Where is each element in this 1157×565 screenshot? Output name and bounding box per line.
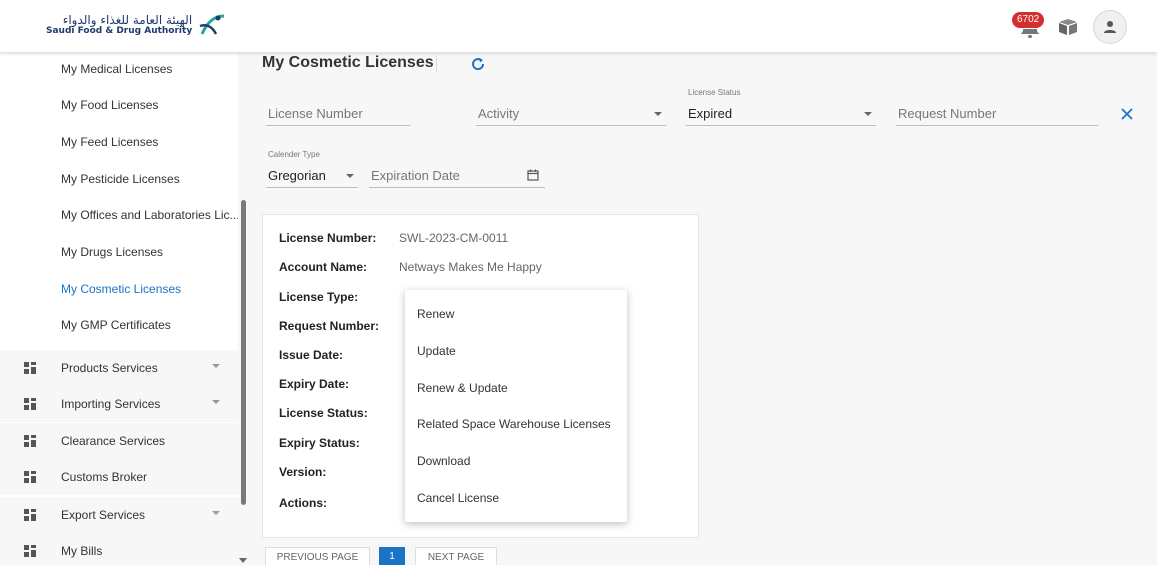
chevron-down-icon <box>212 400 220 404</box>
sidebar-item-my-bills[interactable]: My Bills <box>0 533 238 565</box>
dashboard-icon <box>24 398 36 410</box>
menu-item-renew-update[interactable]: Renew & Update <box>417 381 508 395</box>
dashboard-icon <box>24 362 36 374</box>
card-row-expiry-status: Expiry Status: <box>279 436 399 450</box>
current-page-button[interactable]: 1 <box>379 547 405 565</box>
title-divider <box>436 55 437 73</box>
card-row-license-status: License Status: <box>279 406 399 420</box>
dashboard-icon <box>24 509 36 521</box>
dashboard-icon <box>24 471 36 483</box>
sidebar-item-gmp-certificates[interactable]: My GMP Certificates <box>61 318 171 332</box>
sidebar-item-label: Customs Broker <box>61 470 148 484</box>
menu-item-download[interactable]: Download <box>417 454 470 468</box>
request-number-field[interactable]: Request Number <box>896 102 1098 126</box>
sidebar: My Medical Licenses My Food Licenses My … <box>0 53 238 565</box>
dashboard-icon <box>24 435 36 447</box>
row-key: Actions: <box>279 496 327 510</box>
notification-badge: 6702 <box>1011 11 1046 29</box>
card-row-account-name: Account Name: Netways Makes Me Happy <box>279 260 542 274</box>
chevron-down-icon <box>212 511 220 515</box>
sidebar-item-drugs-licenses[interactable]: My Drugs Licenses <box>61 245 163 259</box>
chevron-down-icon <box>654 112 662 116</box>
cart-icon[interactable] <box>1057 18 1079 36</box>
notifications-button[interactable]: 6702 <box>1011 11 1046 41</box>
row-key: License Status: <box>279 406 368 420</box>
card-row-version: Version: <box>279 465 399 479</box>
license-number-placeholder: License Number <box>268 106 363 121</box>
row-key: Expiry Status: <box>279 436 360 450</box>
user-icon <box>1104 21 1116 33</box>
row-key: Issue Date: <box>279 348 344 362</box>
sidebar-item-pesticide-licenses[interactable]: My Pesticide Licenses <box>61 172 180 186</box>
row-key: License Type: <box>279 290 359 304</box>
actions-menu: Renew Update Renew & Update Related Spac… <box>405 290 627 522</box>
sfda-logo-icon <box>199 14 225 35</box>
top-header: الهيئة العامة للغذاء والدواء Saudi Food … <box>0 0 1157 53</box>
sidebar-item-label: My Bills <box>61 544 103 558</box>
row-value: Netways Makes Me Happy <box>399 260 542 274</box>
refresh-icon[interactable] <box>470 56 486 72</box>
sidebar-item-cosmetic-licenses[interactable]: My Cosmetic Licenses <box>61 282 181 296</box>
sidebar-item-offices-labs-licenses[interactable]: My Offices and Laboratories Lic... <box>61 208 238 222</box>
row-key: Version: <box>279 465 327 479</box>
sidebar-item-customs-broker[interactable]: Customs Broker <box>0 459 238 495</box>
sidebar-item-products-services[interactable]: Products Services <box>0 350 238 386</box>
row-value: SWL-2023-CM-0011 <box>399 231 509 245</box>
calendar-type-select[interactable]: Calender Type Gregorian <box>266 150 358 188</box>
card-row-license-type: License Type: <box>279 290 399 304</box>
expiration-date-placeholder: Expiration Date <box>371 168 460 183</box>
card-row-license-number: License Number: SWL-2023-CM-0011 <box>279 231 508 245</box>
sidebar-item-label: Clearance Services <box>61 434 166 448</box>
expiration-date-field[interactable]: Expiration Date <box>369 164 545 188</box>
previous-page-button[interactable]: PREVIOUS PAGE <box>265 547 370 565</box>
license-status-label: License Status <box>688 88 741 97</box>
card-row-actions: Actions: <box>279 496 399 510</box>
sidebar-item-label: Products Services <box>61 361 158 375</box>
row-key: Expiry Date: <box>279 377 350 391</box>
license-status-value: Expired <box>688 106 733 121</box>
logo-arabic-text: الهيئة العامة للغذاء والدواء <box>62 12 193 27</box>
sidebar-item-label: Importing Services <box>61 397 161 411</box>
card-row-issue-date: Issue Date: <box>279 348 399 362</box>
calendar-type-label: Calender Type <box>268 150 320 159</box>
calendar-type-value: Gregorian <box>268 168 326 183</box>
sidebar-item-clearance-services[interactable]: Clearance Services <box>0 423 238 459</box>
logo-english-text: Saudi Food & Drug Authority <box>46 25 193 36</box>
row-key: Account Name: <box>279 260 368 274</box>
row-key: Request Number: <box>279 319 380 333</box>
chevron-down-icon <box>212 364 220 368</box>
clear-filters-icon[interactable] <box>1120 107 1134 121</box>
sidebar-item-feed-licenses[interactable]: My Feed Licenses <box>61 135 158 149</box>
menu-item-update[interactable]: Update <box>417 344 456 358</box>
license-number-field[interactable]: License Number <box>266 102 410 126</box>
sfda-logo[interactable]: الهيئة العامة للغذاء والدواء Saudi Food … <box>46 12 226 38</box>
sidebar-item-food-licenses[interactable]: My Food Licenses <box>61 98 158 112</box>
chevron-down-icon <box>346 174 354 178</box>
dashboard-icon <box>24 545 36 557</box>
header-actions: 6702 <box>1011 10 1127 44</box>
request-number-placeholder: Request Number <box>898 106 997 121</box>
page-title: My Cosmetic Licenses <box>262 54 434 71</box>
sidebar-scrollbar[interactable] <box>241 200 246 505</box>
card-row-request-number: Request Number: <box>279 319 399 333</box>
next-page-button[interactable]: NEXT PAGE <box>415 547 497 565</box>
license-status-select[interactable]: License Status Expired <box>686 88 876 126</box>
menu-item-renew[interactable]: Renew <box>417 307 454 321</box>
user-avatar-button[interactable] <box>1093 10 1127 44</box>
chevron-down-icon <box>864 112 872 116</box>
activity-placeholder: Activity <box>478 106 520 121</box>
sidebar-item-importing-services[interactable]: Importing Services <box>0 386 238 422</box>
menu-item-cancel-license[interactable]: Cancel License <box>417 491 499 505</box>
row-key: License Number: <box>279 231 377 245</box>
calendar-icon[interactable] <box>527 169 539 181</box>
scroll-down-arrow-icon[interactable] <box>239 558 247 563</box>
card-row-expiry-date: Expiry Date: <box>279 377 399 391</box>
sidebar-item-label: Export Services <box>61 508 146 522</box>
logo-text: الهيئة العامة للغذاء والدواء Saudi Food … <box>46 14 192 36</box>
sidebar-item-medical-licenses[interactable]: My Medical Licenses <box>61 62 172 76</box>
activity-select[interactable]: Activity <box>476 102 666 126</box>
sidebar-item-export-services[interactable]: Export Services <box>0 497 238 533</box>
menu-item-related-warehouse-licenses[interactable]: Related Space Warehouse Licenses <box>417 417 611 431</box>
